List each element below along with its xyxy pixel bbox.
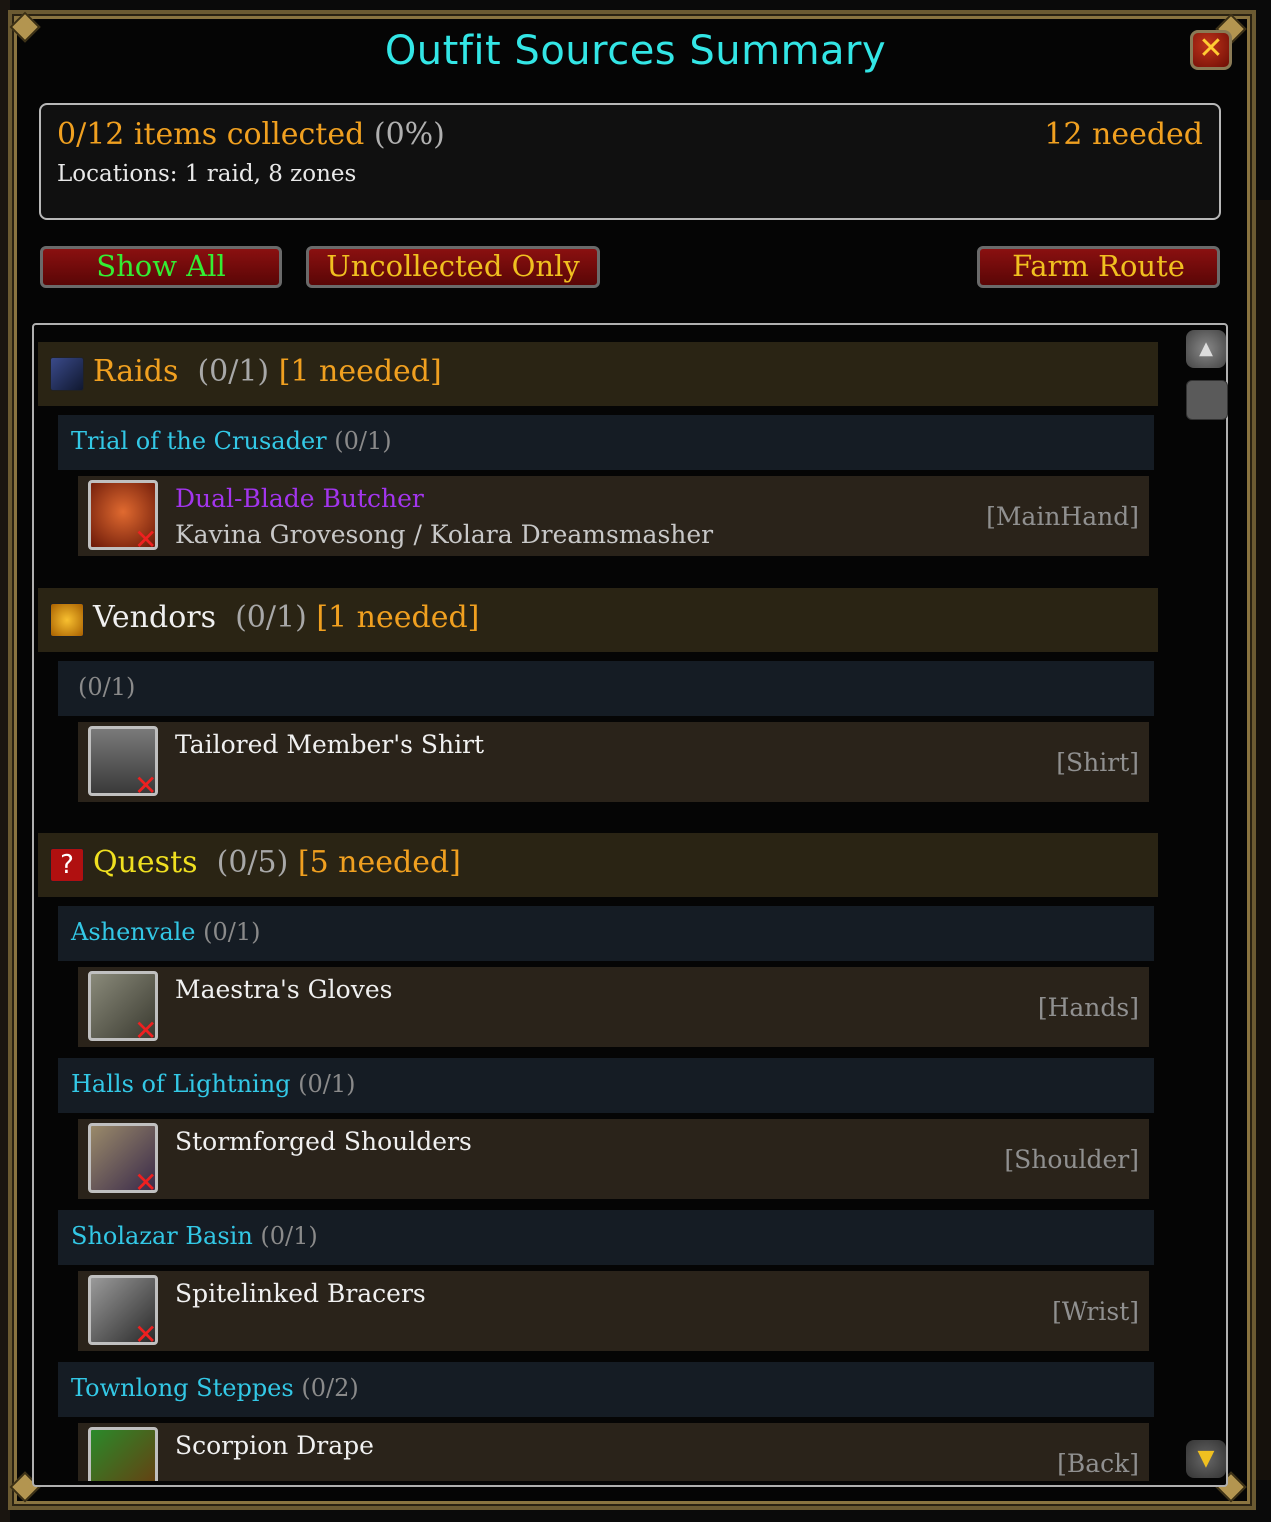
zone-name: Trial of the Crusader xyxy=(71,427,327,455)
item-name[interactable]: Tailored Member's Shirt xyxy=(175,730,484,759)
zone-count: (0/2) xyxy=(301,1374,359,1402)
zone-label: Ashenvale (0/1) xyxy=(71,918,261,946)
zone-header[interactable]: Sholazar Basin (0/1) xyxy=(58,1210,1154,1265)
zone-label: Townlong Steppes (0/2) xyxy=(71,1374,359,1402)
scroll-up-button[interactable]: ▲ xyxy=(1186,330,1226,368)
zone-header[interactable]: Halls of Lightning (0/1) xyxy=(58,1058,1154,1113)
uncollected-x-icon: ✕ xyxy=(134,523,158,556)
category-count: (0/1) xyxy=(197,354,270,389)
collected-percent: (0%) xyxy=(373,117,445,152)
collected-count: 0/12 items collected (0%) xyxy=(57,117,445,152)
collected-text: 0/12 items collected xyxy=(57,117,365,152)
item-name[interactable]: Scorpion Drape xyxy=(175,1431,374,1460)
category-label: Quests (0/5) [5 needed] xyxy=(93,845,461,880)
zone-count: (0/1) xyxy=(203,918,261,946)
zone-label: Halls of Lightning (0/1) xyxy=(71,1070,356,1098)
zone-header[interactable]: Townlong Steppes (0/2) xyxy=(58,1362,1154,1417)
zone-count: (0/1) xyxy=(334,427,392,455)
category-label: Vendors (0/1) [1 needed] xyxy=(93,600,479,635)
item-slot: [MainHand] xyxy=(986,502,1139,531)
collection-summary-panel: 0/12 items collected (0%) 12 needed Loca… xyxy=(39,103,1221,220)
needed-count: 12 needed xyxy=(1044,117,1203,152)
category-name: Raids xyxy=(93,354,179,389)
cloak-icon xyxy=(88,1427,158,1481)
item-slot: [Wrist] xyxy=(1052,1297,1139,1326)
item-row[interactable]: ✕ Stormforged Shoulders [Shoulder] xyxy=(78,1119,1149,1199)
window-title: Outfit Sources Summary xyxy=(384,28,887,74)
category-needed: [1 needed] xyxy=(278,354,442,389)
category-vendors[interactable]: Vendors (0/1) [1 needed] xyxy=(38,588,1158,652)
uncollected-x-icon: ✕ xyxy=(134,1318,158,1351)
zone-label: Sholazar Basin (0/1) xyxy=(71,1222,318,1250)
uncollected-only-button[interactable]: Uncollected Only xyxy=(306,246,600,288)
category-needed: [5 needed] xyxy=(297,845,461,880)
zone-label: (0/1) xyxy=(78,673,135,701)
category-name: Vendors xyxy=(93,600,216,635)
scrollbar-thumb[interactable] xyxy=(1186,380,1228,420)
item-row[interactable]: ✕ Dual-Blade Butcher Kavina Grovesong / … xyxy=(78,476,1149,556)
zone-count: (0/1) xyxy=(78,673,136,701)
show-all-button[interactable]: Show All xyxy=(40,246,282,288)
zone-name: Halls of Lightning xyxy=(71,1070,291,1098)
zone-count: (0/1) xyxy=(298,1070,356,1098)
zone-header[interactable]: (0/1) xyxy=(58,661,1154,716)
uncollected-x-icon: ✕ xyxy=(134,1166,158,1199)
item-name[interactable]: Maestra's Gloves xyxy=(175,975,392,1004)
close-button[interactable]: ✕ xyxy=(1190,30,1232,70)
farm-route-button[interactable]: Farm Route xyxy=(977,246,1220,288)
zone-count: (0/1) xyxy=(260,1222,318,1250)
category-raids[interactable]: Raids (0/1) [1 needed] xyxy=(38,342,1158,406)
item-row[interactable]: ✕ Tailored Member's Shirt [Shirt] xyxy=(78,722,1149,802)
item-source: Kavina Grovesong / Kolara Dreamsmasher xyxy=(175,520,714,549)
category-quests[interactable]: ? Quests (0/5) [5 needed] xyxy=(38,833,1158,897)
item-name[interactable]: Spitelinked Bracers xyxy=(175,1279,426,1308)
uncollected-x-icon: ✕ xyxy=(134,769,158,802)
scroll-down-button[interactable]: ▼ xyxy=(1186,1440,1226,1478)
uncollected-x-icon: ✕ xyxy=(134,1014,158,1047)
category-label: Raids (0/1) [1 needed] xyxy=(93,354,442,389)
category-name: Quests xyxy=(93,845,198,880)
item-slot: [Shirt] xyxy=(1056,748,1139,777)
question-mark-icon: ? xyxy=(50,848,84,882)
item-name[interactable]: Stormforged Shoulders xyxy=(175,1127,472,1156)
zone-name: Sholazar Basin xyxy=(71,1222,253,1250)
zone-label: Trial of the Crusader (0/1) xyxy=(71,427,392,455)
zone-header[interactable]: Trial of the Crusader (0/1) xyxy=(58,415,1154,470)
item-row[interactable]: Scorpion Drape [Back] xyxy=(78,1423,1149,1481)
item-row[interactable]: ✕ Spitelinked Bracers [Wrist] xyxy=(78,1271,1149,1351)
zone-name: Ashenvale xyxy=(71,918,196,946)
item-row[interactable]: ✕ Maestra's Gloves [Hands] xyxy=(78,967,1149,1047)
item-slot: [Hands] xyxy=(1037,993,1139,1022)
raid-helmet-icon xyxy=(50,357,84,391)
category-needed: [1 needed] xyxy=(316,600,480,635)
coins-icon xyxy=(50,603,84,637)
item-slot: [Back] xyxy=(1057,1449,1139,1478)
zone-header[interactable]: Ashenvale (0/1) xyxy=(58,906,1154,961)
item-slot: [Shoulder] xyxy=(1004,1145,1139,1174)
zone-name: Townlong Steppes xyxy=(71,1374,294,1402)
category-count: (0/5) xyxy=(216,845,289,880)
item-name[interactable]: Dual-Blade Butcher xyxy=(175,484,424,513)
category-count: (0/1) xyxy=(235,600,307,635)
locations-summary: Locations: 1 raid, 8 zones xyxy=(57,161,357,187)
